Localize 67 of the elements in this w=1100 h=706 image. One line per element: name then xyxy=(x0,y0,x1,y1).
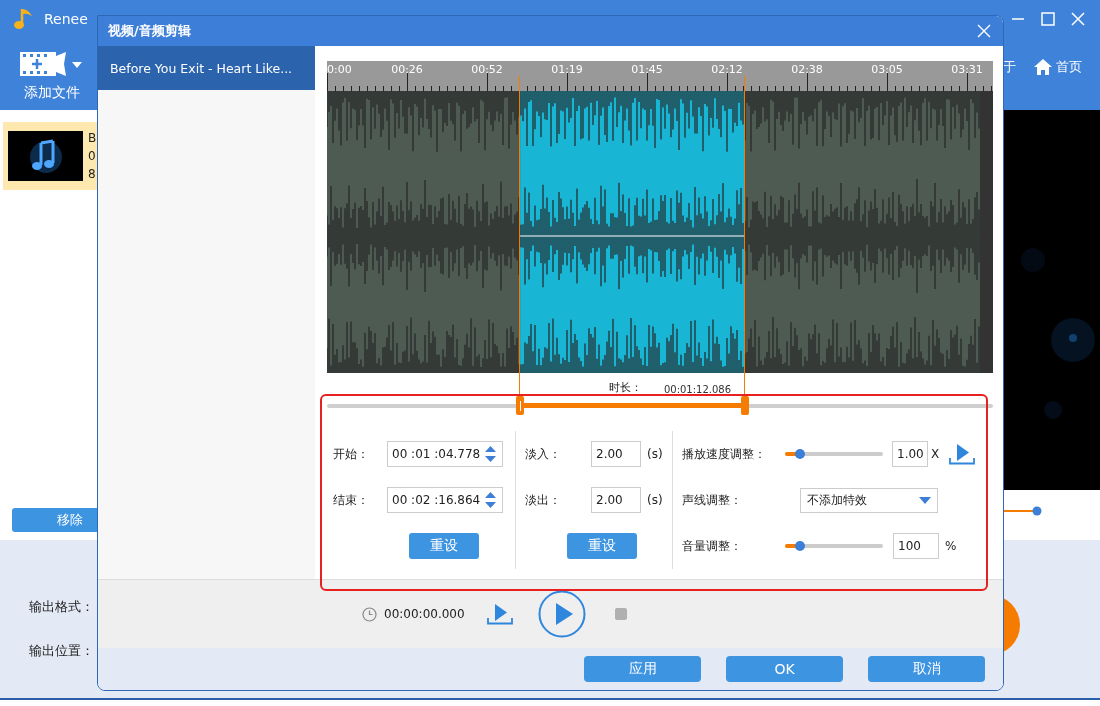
speed-label: 播放速度调整： xyxy=(682,445,767,463)
slider-track[interactable] xyxy=(785,539,883,553)
waveform-drawing[interactable] xyxy=(327,91,993,373)
about-label[interactable]: 于 xyxy=(1003,58,1016,76)
play-icon[interactable] xyxy=(949,443,976,465)
spinner-icon[interactable] xyxy=(485,445,496,463)
close-icon[interactable] xyxy=(977,24,991,38)
slider[interactable] xyxy=(1003,506,1043,516)
fade-out-label: 淡出： xyxy=(525,491,562,509)
dialog-title: 视频/音频剪辑 xyxy=(108,22,191,40)
film-add-icon xyxy=(20,50,84,78)
fade-out-field[interactable]: 2.00 xyxy=(591,487,641,513)
clock-icon xyxy=(362,606,377,622)
unit-label: (s) xyxy=(647,447,663,461)
duration-value: 00:01:12.086 xyxy=(663,384,732,395)
end-label: 结束： xyxy=(333,491,370,509)
start-label: 开始： xyxy=(333,445,370,463)
ruler-label: 03:31 xyxy=(951,63,983,76)
trim-slider[interactable] xyxy=(327,395,993,417)
spinner-icon[interactable] xyxy=(485,491,496,509)
voice-label: 声线调整： xyxy=(682,491,743,509)
ruler-label: 02:12 xyxy=(711,63,743,76)
ruler-label: 01:19 xyxy=(551,63,583,76)
caret-icon xyxy=(919,496,931,504)
home-button[interactable]: 首页 xyxy=(1034,58,1082,76)
app-title: Renee xyxy=(44,11,88,27)
volume-label: 音量调整： xyxy=(682,537,743,555)
unit-label: (s) xyxy=(647,493,663,507)
play-button[interactable] xyxy=(537,590,586,638)
play-icon[interactable] xyxy=(486,603,513,625)
file-list-item[interactable]: Before You Exit - Heart Like... xyxy=(98,46,315,90)
fade-in-label: 淡入： xyxy=(525,445,562,463)
file-info-text: 8 xyxy=(88,167,97,181)
music-note-icon xyxy=(8,131,83,181)
ruler-label: 01:45 xyxy=(631,63,663,76)
dialog-button[interactable]: OK xyxy=(726,656,843,682)
playback-time: 00:00:00.000 xyxy=(384,607,465,621)
fade-in-field[interactable]: 2.00 xyxy=(591,441,641,467)
ruler-label: 00:26 xyxy=(391,63,423,76)
end-time-field[interactable]: 00 :02 :16.864 xyxy=(387,487,503,513)
file-info-text: B xyxy=(88,131,97,145)
close-icon[interactable] xyxy=(1070,11,1086,27)
speed-field[interactable]: 1.00 xyxy=(892,441,928,467)
output-format-label: 输出格式： xyxy=(29,598,94,616)
voice-dropdown[interactable]: 不添加特效 xyxy=(800,487,938,513)
dialog-button[interactable]: 应用 xyxy=(584,656,701,682)
ruler-label: 03:05 xyxy=(871,63,903,76)
slider-thumb[interactable] xyxy=(794,449,805,459)
ruler-label: 00:52 xyxy=(471,63,503,76)
maximize-icon[interactable] xyxy=(1040,11,1056,27)
reset-button[interactable]: 重设 xyxy=(567,533,637,559)
ruler-label: 0:00 xyxy=(327,63,352,76)
slider-track[interactable] xyxy=(785,447,883,461)
dialog-button[interactable]: 取消 xyxy=(868,656,985,682)
slider-thumb[interactable] xyxy=(794,541,805,551)
file-info-text: 0 xyxy=(88,149,97,163)
ruler-label: 02:38 xyxy=(791,63,823,76)
reset-button[interactable]: 重设 xyxy=(409,533,479,559)
home-icon xyxy=(1034,59,1052,75)
start-time-field[interactable]: 00 :01 :04.778 xyxy=(387,441,503,467)
duration-label: 时长： xyxy=(608,380,642,395)
add-file-button[interactable]: 添加文件 xyxy=(20,50,84,102)
unit-label: % xyxy=(945,539,957,553)
unit-label: X xyxy=(931,447,940,461)
output-location-label: 输出位置： xyxy=(29,642,94,660)
volume-field[interactable]: 100 xyxy=(893,533,939,559)
slider-thumb[interactable] xyxy=(1032,506,1042,516)
